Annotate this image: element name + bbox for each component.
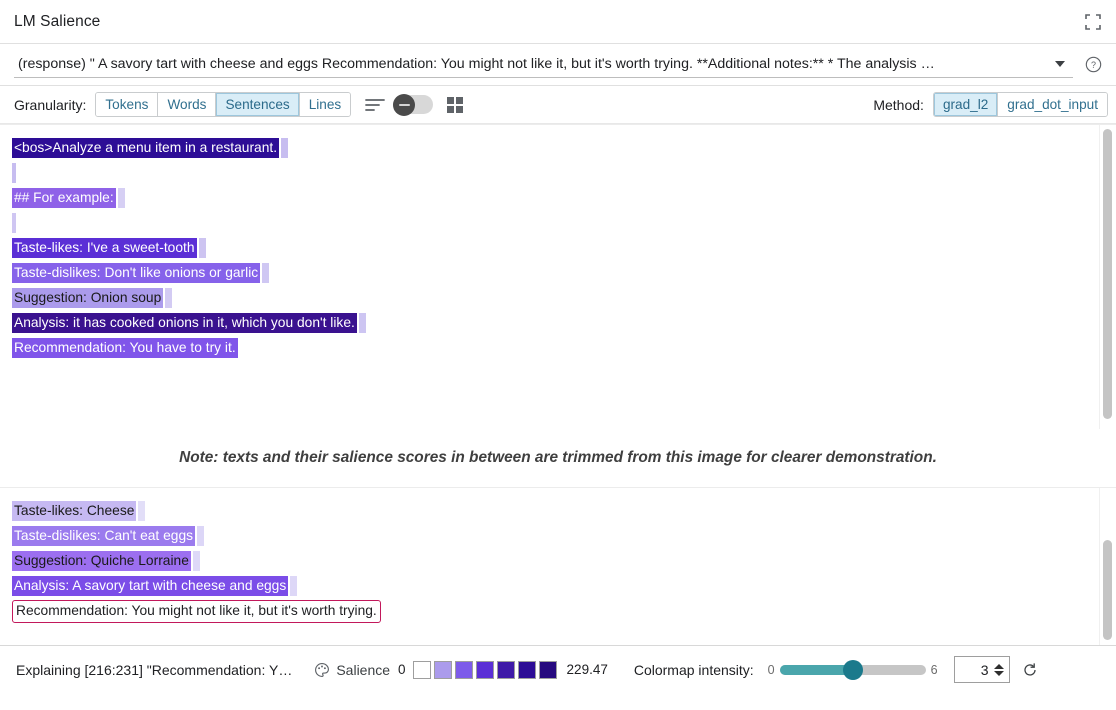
svg-text:?: ? bbox=[1091, 60, 1096, 70]
salience-line[interactable] bbox=[12, 162, 1116, 184]
salience-separator-token[interactable] bbox=[165, 288, 172, 308]
stepper-down-icon[interactable] bbox=[994, 671, 1004, 676]
salience-panel-bottom: Taste-likes: Cheese Taste-dislikes: Can't… bbox=[0, 487, 1116, 645]
salience-line[interactable]: Suggestion: Quiche Lorraine bbox=[12, 550, 1116, 572]
granularity-label: Granularity: bbox=[14, 97, 86, 113]
salience-lines-top: <bos>Analyze a menu item in a restaurant… bbox=[0, 125, 1116, 429]
salience-line[interactable] bbox=[12, 212, 1116, 234]
salience-line[interactable]: Analysis: A savory tart with cheese and … bbox=[12, 575, 1116, 597]
stepper-up-icon[interactable] bbox=[994, 664, 1004, 669]
salience-separator-token[interactable] bbox=[197, 526, 204, 546]
salience-token[interactable]: Analysis: it has cooked onions in it, wh… bbox=[12, 313, 357, 333]
salience-separator-token[interactable] bbox=[193, 551, 200, 571]
display-mode-toggle[interactable] bbox=[393, 95, 433, 114]
salience-token-selected[interactable]: Recommendation: You might not like it, b… bbox=[12, 600, 381, 623]
salience-token[interactable]: Analysis: A savory tart with cheese and … bbox=[12, 576, 288, 596]
salience-separator-token[interactable] bbox=[262, 263, 269, 283]
salience-separator-token[interactable] bbox=[199, 238, 206, 258]
legend-swatch bbox=[455, 661, 473, 679]
salience-separator-token[interactable] bbox=[138, 501, 145, 521]
colormap-slider-min: 0 bbox=[768, 663, 775, 677]
grid-view-icon[interactable] bbox=[447, 97, 463, 113]
salience-toolbar: Granularity: Tokens Words Sentences Line… bbox=[0, 86, 1116, 124]
salience-line[interactable]: ## For example: bbox=[12, 187, 1116, 209]
reset-icon[interactable] bbox=[1022, 662, 1038, 678]
salience-token[interactable] bbox=[12, 163, 16, 183]
salience-token[interactable]: Suggestion: Onion soup bbox=[12, 288, 163, 308]
salience-token[interactable]: <bos>Analyze a menu item in a restaurant… bbox=[12, 138, 279, 158]
scrollbar-thumb-top[interactable] bbox=[1103, 129, 1112, 419]
page-title: LM Salience bbox=[14, 13, 100, 31]
colormap-intensity-value: 3 bbox=[961, 662, 989, 678]
salience-token[interactable]: Taste-likes: Cheese bbox=[12, 501, 136, 521]
salience-token[interactable]: Taste-dislikes: Don't like onions or gar… bbox=[12, 263, 260, 283]
salience-token[interactable]: Suggestion: Quiche Lorraine bbox=[12, 551, 191, 571]
scrollbar-track-bottom[interactable] bbox=[1099, 488, 1116, 645]
note-text: Note: texts and their salience scores in… bbox=[179, 449, 937, 467]
granularity-option-tokens[interactable]: Tokens bbox=[96, 93, 158, 116]
legend-swatch bbox=[497, 661, 515, 679]
salience-line[interactable]: <bos>Analyze a menu item in a restaurant… bbox=[12, 137, 1116, 159]
granularity-option-words[interactable]: Words bbox=[158, 93, 216, 116]
salience-line[interactable]: Taste-likes: I've a sweet-tooth bbox=[12, 237, 1116, 259]
salience-legend-min: 0 bbox=[398, 662, 406, 677]
salience-token[interactable]: Taste-likes: I've a sweet-tooth bbox=[12, 238, 197, 258]
demonstration-note: Note: texts and their salience scores in… bbox=[0, 429, 1116, 487]
salience-line[interactable]: Suggestion: Onion soup bbox=[12, 287, 1116, 309]
salience-separator-token[interactable] bbox=[118, 188, 125, 208]
salience-separator-token[interactable] bbox=[290, 576, 297, 596]
explaining-label: Explaining [216:231] "Recommendation: Y… bbox=[16, 662, 292, 678]
granularity-segmented-control: Tokens Words Sentences Lines bbox=[95, 92, 351, 117]
slider-thumb[interactable] bbox=[843, 660, 863, 680]
method-label: Method: bbox=[873, 97, 924, 113]
salience-line[interactable]: Recommendation: You have to try it. bbox=[12, 337, 1116, 359]
module-titlebar: LM Salience bbox=[0, 0, 1116, 44]
scrollbar-track-top[interactable] bbox=[1099, 125, 1116, 429]
salience-legend-max: 229.47 bbox=[567, 662, 608, 677]
salience-separator-token[interactable] bbox=[281, 138, 288, 158]
salience-token[interactable]: ## For example: bbox=[12, 188, 116, 208]
number-stepper[interactable] bbox=[993, 664, 1006, 676]
salience-line[interactable]: Recommendation: You might not like it, b… bbox=[12, 600, 1116, 622]
legend-swatch bbox=[434, 661, 452, 679]
colormap-slider-max: 6 bbox=[931, 663, 938, 677]
lm-salience-module: LM Salience (response) " A savory tart w… bbox=[0, 0, 1116, 710]
response-select[interactable]: (response) " A savory tart with cheese a… bbox=[14, 51, 1073, 78]
legend-swatch bbox=[476, 661, 494, 679]
toggle-knob bbox=[393, 94, 415, 116]
legend-swatch bbox=[413, 661, 431, 679]
method-option-grad-dot-input[interactable]: grad_dot_input bbox=[998, 93, 1107, 116]
colormap-intensity-input[interactable]: 3 bbox=[954, 656, 1010, 683]
text-lines-icon[interactable] bbox=[365, 98, 385, 112]
help-circle-icon[interactable]: ? bbox=[1085, 56, 1102, 73]
salience-line[interactable]: Taste-dislikes: Can't eat eggs bbox=[12, 525, 1116, 547]
legend-swatch bbox=[539, 661, 557, 679]
salience-line[interactable]: Taste-likes: Cheese bbox=[12, 500, 1116, 522]
salience-token[interactable]: Recommendation: You have to try it. bbox=[12, 338, 238, 358]
palette-icon[interactable] bbox=[314, 662, 330, 678]
expand-icon[interactable] bbox=[1084, 13, 1102, 31]
salience-legend-label: Salience bbox=[336, 662, 390, 678]
salience-footer: Explaining [216:231] "Recommendation: Y…… bbox=[0, 645, 1116, 693]
granularity-option-lines[interactable]: Lines bbox=[300, 93, 351, 116]
response-selector-row: (response) " A savory tart with cheese a… bbox=[0, 44, 1116, 86]
scrollbar-thumb-bottom[interactable] bbox=[1103, 540, 1112, 640]
salience-legend-swatches bbox=[413, 661, 560, 679]
salience-token[interactable]: Taste-dislikes: Can't eat eggs bbox=[12, 526, 195, 546]
colormap-intensity-label: Colormap intensity: bbox=[634, 662, 754, 678]
legend-swatch bbox=[518, 661, 536, 679]
salience-token[interactable] bbox=[12, 213, 16, 233]
granularity-option-sentences[interactable]: Sentences bbox=[216, 93, 299, 116]
chevron-down-icon[interactable] bbox=[1055, 61, 1065, 67]
salience-separator-token[interactable] bbox=[359, 313, 366, 333]
method-option-grad-l2[interactable]: grad_l2 bbox=[934, 93, 998, 116]
salience-line[interactable]: Analysis: it has cooked onions in it, wh… bbox=[12, 312, 1116, 334]
salience-panel-top: <bos>Analyze a menu item in a restaurant… bbox=[0, 124, 1116, 429]
response-select-value: (response) " A savory tart with cheese a… bbox=[14, 56, 1047, 72]
salience-lines-bottom: Taste-likes: Cheese Taste-dislikes: Can't… bbox=[0, 488, 1116, 645]
method-segmented-control: grad_l2 grad_dot_input bbox=[933, 92, 1108, 117]
colormap-intensity-slider[interactable] bbox=[780, 665, 926, 675]
salience-line[interactable]: Taste-dislikes: Don't like onions or gar… bbox=[12, 262, 1116, 284]
